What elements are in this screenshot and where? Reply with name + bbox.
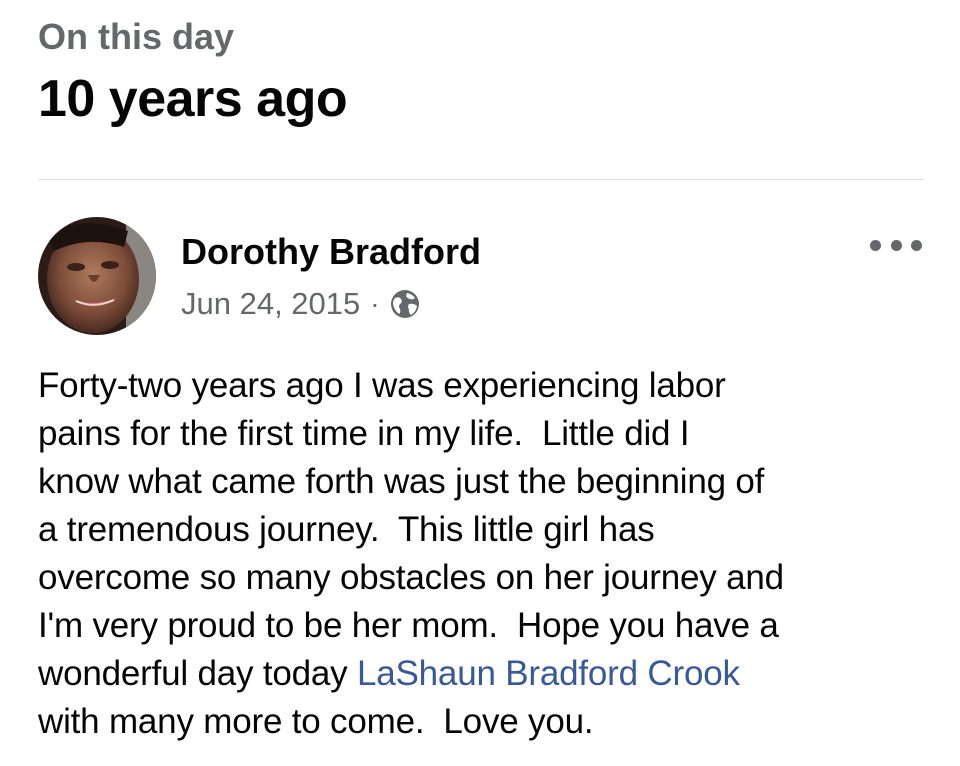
post-text-line: a tremendous journey. This little girl h… [38, 510, 655, 549]
post-text: Forty-two years ago I was experiencing l… [38, 362, 938, 746]
divider [38, 179, 924, 180]
post-text-line: Forty-two years ago I was experiencing l… [38, 366, 726, 405]
post-date[interactable]: Jun 24, 2015 [181, 286, 360, 322]
post-meta: Jun 24, 2015 · [181, 284, 421, 324]
post-text-line: with many more to come. Love you. [38, 702, 594, 741]
more-options-button[interactable] [866, 228, 926, 262]
more-options-icon [870, 239, 881, 251]
post-text-line: know what came forth was just the beginn… [38, 462, 765, 501]
post-text-line: wonderful day today LaShaun Bradford Cro… [38, 650, 938, 698]
avatar-photo [38, 217, 156, 335]
section-label: On this day [38, 16, 235, 57]
more-options-dot [911, 239, 922, 251]
post-text-segment: wonderful day today [38, 654, 357, 693]
mention-link[interactable]: LaShaun Bradford Crook [357, 654, 740, 693]
meta-separator: · [370, 288, 380, 319]
memory-card: On this day 10 years ago Dorothy Bradfor… [0, 0, 960, 766]
author-name[interactable]: Dorothy Bradford [181, 230, 481, 274]
globe-icon[interactable] [389, 288, 421, 320]
section-title: 10 years ago [38, 70, 348, 128]
post-text-line: pains for the first time in my life. Lit… [38, 414, 690, 453]
post-text-line: I'm very proud to be her mom. Hope you h… [38, 606, 779, 645]
more-options-dot [890, 239, 902, 251]
post-text-line: overcome so many obstacles on her journe… [38, 558, 784, 597]
author-avatar[interactable] [38, 217, 156, 335]
